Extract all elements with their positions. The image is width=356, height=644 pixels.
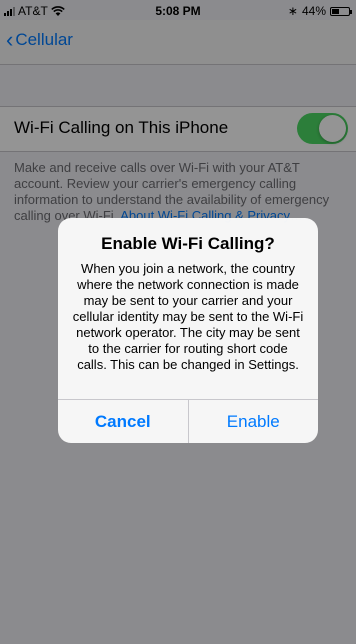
alert-title: Enable Wi-Fi Calling?: [101, 234, 275, 253]
alert-buttons: Cancel Enable: [58, 399, 318, 443]
alert-message: When you join a network, the country whe…: [72, 261, 304, 372]
enable-wifi-calling-alert: Enable Wi-Fi Calling? When you join a ne…: [58, 218, 318, 443]
cancel-button[interactable]: Cancel: [58, 400, 188, 443]
enable-button[interactable]: Enable: [189, 400, 319, 443]
